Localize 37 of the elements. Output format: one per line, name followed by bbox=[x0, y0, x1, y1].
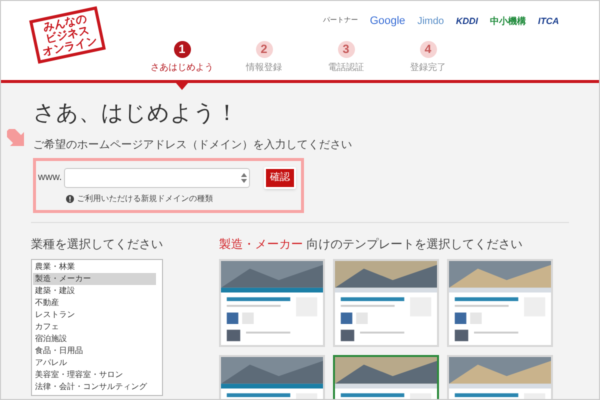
page-title: さあ、はじめよう！ bbox=[33, 99, 239, 127]
partner-logo: KDDI bbox=[456, 14, 478, 28]
industry-list[interactable]: 農業・林業 製造・メーカー 建築・建設 不動産 レストラン カフェ 宿泊施設 食品・日用品 アパレル 美容室・理容室・サロン 法律・会計・コンサルティング bbox=[31, 258, 163, 396]
step-number: 1 bbox=[174, 41, 190, 58]
industry-option[interactable]: 食品・日用品 bbox=[33, 344, 156, 356]
step-number: 4 bbox=[420, 41, 436, 58]
domain-input[interactable] bbox=[64, 168, 250, 188]
industry-option[interactable]: 建築・建設 bbox=[33, 284, 156, 296]
logo[interactable]: みんなの ビジネス オンライン bbox=[29, 6, 106, 64]
step-label: さあはじめよう bbox=[150, 61, 214, 74]
partner-logo: Google bbox=[370, 14, 406, 29]
industry-option[interactable]: レストラン bbox=[33, 308, 156, 320]
industry-option[interactable]: カフェ bbox=[33, 320, 156, 332]
domain-prefix: www. bbox=[38, 171, 62, 185]
step-label: 登録完了 bbox=[410, 61, 446, 74]
step-number: 2 bbox=[256, 41, 272, 58]
industry-option[interactable]: アパレル bbox=[33, 356, 156, 368]
industry-option[interactable]: 不動産 bbox=[33, 296, 156, 308]
step-label: 電話認証 bbox=[328, 61, 364, 74]
industry-option[interactable]: 法律・会計・コンサルティング bbox=[33, 380, 156, 392]
confirm-button[interactable]: 確認 bbox=[264, 166, 296, 188]
step-number: 3 bbox=[338, 41, 354, 58]
arrow-icon bbox=[7, 129, 27, 149]
partner-logo: 中小機構 bbox=[490, 14, 526, 28]
step-label: 情報登録 bbox=[246, 61, 282, 74]
industry-option[interactable]: 農業・林業 bbox=[33, 260, 156, 272]
info-icon bbox=[66, 194, 74, 202]
industry-option[interactable]: 製造・メーカー bbox=[33, 272, 156, 284]
domain-instruction: ご希望のホームページアドレス（ドメイン）を入力してください bbox=[33, 138, 353, 153]
industry-option[interactable]: 宿泊施設 bbox=[33, 332, 156, 344]
industry-option[interactable]: 美容室・理容室・サロン bbox=[33, 368, 156, 380]
spinner-icon bbox=[240, 172, 247, 182]
partner-logo: Jimdo bbox=[417, 14, 444, 29]
template-heading: 製造・メーカー 向けのテンプレートを選択してください bbox=[219, 236, 524, 252]
domain-help-link[interactable]: ご利用いただける新規ドメインの種類 bbox=[77, 192, 213, 204]
partner-logo: ITCA bbox=[538, 14, 559, 28]
industry-heading: 業種を選択してください bbox=[31, 236, 164, 252]
